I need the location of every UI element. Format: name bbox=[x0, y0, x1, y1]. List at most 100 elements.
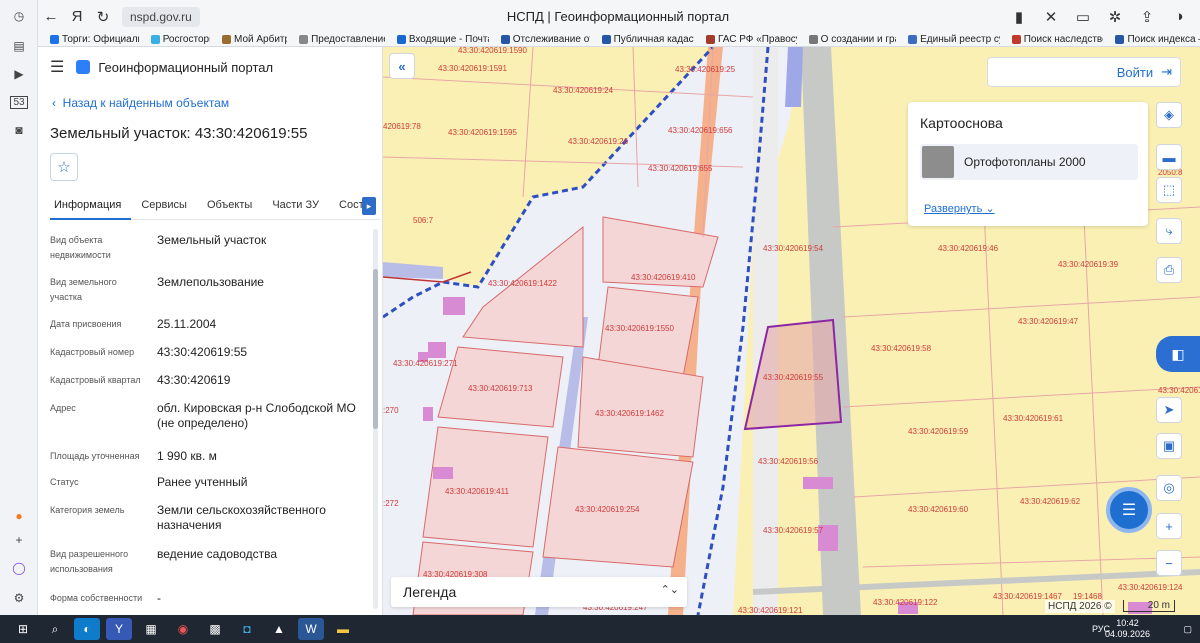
collapse-panel-button[interactable]: « bbox=[389, 53, 415, 79]
nspd-logo-icon[interactable]: ◧ bbox=[1156, 336, 1200, 372]
bookmark-item[interactable]: О создании и гра bbox=[808, 34, 897, 45]
yandex-browser-icon[interactable]: Y bbox=[106, 618, 132, 640]
parcel-label[interactable]: 43:30:420619:122 bbox=[873, 598, 938, 607]
parcel-label[interactable]: 43:30:420619:47 bbox=[1018, 317, 1079, 326]
login-icon[interactable]: ⇥ bbox=[1161, 64, 1172, 80]
bookmark-item[interactable]: Входящие - Почта bbox=[396, 34, 489, 45]
yandex-icon[interactable]: Я bbox=[64, 4, 90, 30]
menu-icon[interactable]: ☰ bbox=[50, 57, 64, 77]
parcel-label[interactable]: :272 bbox=[383, 499, 399, 508]
parcel-label[interactable]: 43:30:420619:24 bbox=[553, 86, 614, 95]
panel-scrollbar[interactable] bbox=[373, 229, 378, 609]
tab-item[interactable]: Сервисы bbox=[137, 195, 197, 220]
extension-icon[interactable]: ✕ bbox=[1038, 4, 1064, 30]
parcel-label[interactable]: 43:30:420619:1595 bbox=[448, 128, 518, 137]
parcel-label[interactable]: 43:30:420619:25 bbox=[675, 65, 736, 74]
parcel-label[interactable]: 43:30:420619:46 bbox=[938, 244, 999, 253]
bookmark-item[interactable]: Публичная кадаст bbox=[601, 34, 694, 45]
bookmark-label[interactable]: ГАС РФ «Правосу bbox=[718, 34, 797, 45]
bookmark-item[interactable]: Торги: Официаль bbox=[50, 34, 139, 45]
puzzle-icon[interactable]: ✲ bbox=[1102, 4, 1128, 30]
parcel-label[interactable]: 43:30:420619:61 bbox=[1003, 414, 1064, 423]
word-icon[interactable]: W bbox=[298, 618, 324, 640]
bookmark-label[interactable]: Входящие - Почта bbox=[409, 34, 489, 45]
basemap-option-label[interactable]: Ортофотопланы 2000 bbox=[964, 155, 1086, 169]
legend-label[interactable]: Легенда bbox=[403, 584, 456, 600]
badge-icon[interactable]: 53 bbox=[7, 90, 31, 114]
share-icon[interactable]: ⇪ bbox=[1134, 4, 1160, 30]
scroll-thumb[interactable] bbox=[373, 269, 378, 429]
bookmark-label[interactable]: Публичная кадаст bbox=[614, 34, 694, 45]
bookmark-item[interactable]: Поиск индекса – bbox=[1115, 34, 1200, 45]
calendar-icon[interactable]: ▩ bbox=[202, 618, 228, 640]
bookmark-item[interactable]: ГАС РФ «Правосу bbox=[706, 34, 797, 45]
bookmark-item[interactable]: Единый реестр су bbox=[908, 34, 1000, 45]
login-label[interactable]: Войти bbox=[1117, 65, 1153, 80]
collections-icon[interactable]: ▤ bbox=[7, 34, 31, 58]
parcel-label[interactable]: 43:30:420619:59 bbox=[908, 427, 969, 436]
tab-item[interactable]: Объекты bbox=[203, 195, 262, 220]
parcel-label[interactable]: 43:30:420619:271 bbox=[393, 359, 458, 368]
bookmark-label[interactable]: О создании и гра bbox=[821, 34, 897, 45]
parcel-label[interactable]: 43:30:420619:58 bbox=[871, 344, 932, 353]
expand-link[interactable]: Развернуть ⌄ bbox=[924, 202, 995, 215]
chart-icon[interactable]: ▲ bbox=[266, 618, 292, 640]
ruler-icon[interactable]: ▬ bbox=[1156, 144, 1182, 170]
back-label[interactable]: Назад к найденным объектам bbox=[63, 96, 229, 110]
parcel-label[interactable]: 506:7 bbox=[413, 216, 434, 225]
video-icon[interactable]: ▶ bbox=[7, 62, 31, 86]
parcel-label[interactable]: :270 bbox=[383, 406, 399, 415]
tab-item[interactable]: Информация bbox=[50, 195, 132, 220]
bookmark-label[interactable]: Поиск наследстве bbox=[1024, 34, 1104, 45]
bookmark-item[interactable]: Предоставление bbox=[299, 34, 385, 45]
assistant-icon[interactable]: ◯ bbox=[7, 556, 31, 580]
parcel-label[interactable]: 43:30:420619:39 bbox=[1058, 260, 1119, 269]
clock[interactable]: 10:42 04.09.2026 bbox=[1105, 618, 1150, 640]
bookmark-label[interactable]: Торги: Официаль bbox=[62, 34, 139, 45]
search-icon[interactable]: ⌕ bbox=[42, 618, 68, 640]
login-button[interactable]: Войти ⇥ bbox=[987, 57, 1181, 87]
parcel-label[interactable]: 43:30:420619:26 bbox=[568, 137, 629, 146]
back-link[interactable]: ‹ Назад к найденным объектам bbox=[52, 96, 229, 110]
parcel-label[interactable]: 43:30:420619:1590 bbox=[458, 47, 528, 55]
parcel-label[interactable]: 43:30:420619:55 bbox=[763, 373, 824, 382]
bookmark-label[interactable]: Отслеживание от bbox=[513, 34, 590, 45]
parcel-label[interactable]: 43:30:420619:410 bbox=[631, 273, 696, 282]
tab-item[interactable]: Состав bbox=[335, 195, 385, 220]
parcel-label[interactable]: 43:30:420619:121 bbox=[738, 606, 803, 615]
bookmark-label[interactable]: Мой Арбитр bbox=[234, 34, 287, 45]
tab-item[interactable]: Части ЗУ bbox=[268, 195, 329, 220]
map-canvas[interactable]: 43:30:420619:1590 43:30:420619:1591 43:30:… bbox=[383, 47, 1200, 615]
share-map-icon[interactable]: ⤷ bbox=[1156, 218, 1182, 244]
bookmark-item[interactable]: Отслеживание от bbox=[500, 34, 590, 45]
print-icon[interactable]: ⎙ bbox=[1156, 257, 1182, 283]
parcel-label[interactable]: 43:30:420619:713 bbox=[468, 384, 533, 393]
bookmark-item[interactable]: Мой Арбитр bbox=[222, 34, 287, 45]
files-icon[interactable]: ▦ bbox=[138, 618, 164, 640]
settings-icon[interactable]: ⚙ bbox=[7, 586, 31, 610]
bookmark-label[interactable]: Росгосторг bbox=[163, 34, 210, 45]
basemap-option[interactable]: Ортофотопланы 2000 bbox=[920, 144, 1138, 180]
chat-button[interactable]: ☰ bbox=[1106, 487, 1152, 533]
legend-dropdown[interactable]: Легенда ⌃⌄ bbox=[391, 577, 687, 607]
expand-label[interactable]: Развернуть bbox=[924, 203, 982, 215]
camera-icon[interactable]: ◙ bbox=[7, 118, 31, 142]
chrome-icon[interactable]: ◉ bbox=[170, 618, 196, 640]
parcel-label[interactable]: 43:30:420619:655 bbox=[648, 164, 713, 173]
chevron-updown-icon[interactable]: ⌃⌄ bbox=[661, 583, 679, 596]
select-area-icon[interactable]: ⬚ bbox=[1156, 177, 1182, 203]
explorer-icon[interactable]: ▬ bbox=[330, 618, 356, 640]
parcel-label[interactable]: 420619:78 bbox=[383, 122, 421, 131]
bookmark-item[interactable]: Росгосторг bbox=[150, 34, 210, 45]
geolocation-icon[interactable]: ➤ bbox=[1156, 397, 1182, 423]
download-icon[interactable]: ▭ bbox=[1070, 4, 1096, 30]
tabs-next-icon[interactable]: ▸ bbox=[362, 197, 376, 215]
parcel-label[interactable]: 43:30:420619:56 bbox=[758, 457, 819, 466]
parcel-label[interactable]: 43:30:420619:60 bbox=[908, 505, 969, 514]
parcel-label[interactable]: 43:30:420619:1422 bbox=[488, 279, 558, 288]
layers-icon[interactable]: ◈ bbox=[1156, 102, 1182, 128]
zoom-in-button[interactable]: + bbox=[1156, 513, 1182, 539]
zoom-out-button[interactable]: − bbox=[1156, 550, 1182, 576]
parcel-label[interactable]: 43:30:420619:411 bbox=[445, 487, 509, 496]
parcel-label[interactable]: 43:30:420619:124 bbox=[1118, 583, 1183, 592]
